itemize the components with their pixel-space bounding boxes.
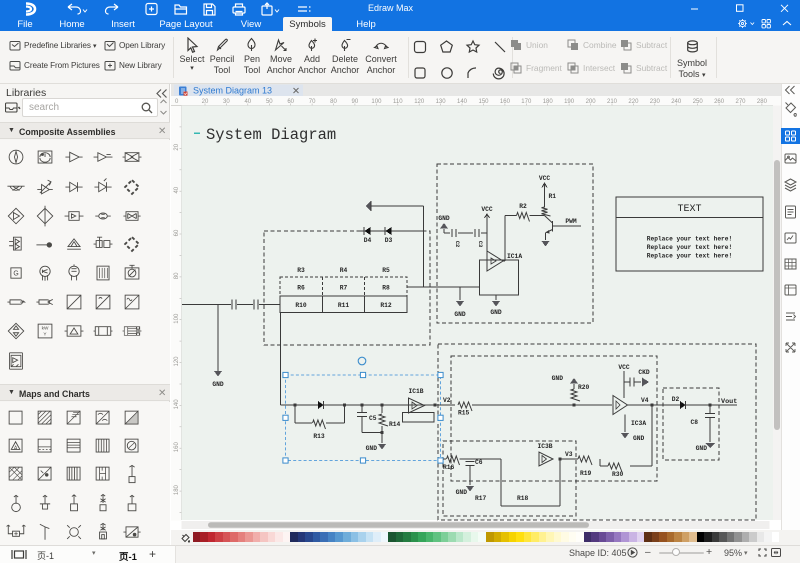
svg-text:50: 50: [266, 99, 273, 105]
svg-text:GND: GND: [438, 215, 450, 222]
svg-text:100: 100: [371, 99, 382, 105]
svg-text:240: 240: [671, 99, 682, 105]
svg-text:260: 260: [714, 99, 725, 105]
svg-text:80: 80: [330, 99, 337, 105]
svg-text:PWM: PWM: [565, 218, 577, 225]
svg-text:Y: Y: [43, 331, 47, 337]
svg-text:V3: V3: [565, 451, 573, 458]
svg-text:Replace your text here!: Replace your text here!: [647, 253, 732, 260]
svg-text:R8: R8: [382, 285, 390, 292]
svg-text:A: A: [14, 445, 18, 451]
svg-text:200: 200: [586, 99, 597, 105]
svg-text:R13: R13: [313, 433, 325, 440]
svg-text:20: 20: [202, 99, 209, 105]
svg-text:80: 80: [174, 272, 180, 279]
svg-text:GND: GND: [490, 309, 502, 316]
svg-text:D3: D3: [385, 237, 393, 244]
svg-text:120: 120: [414, 99, 425, 105]
svg-text:V2: V2: [443, 397, 451, 404]
svg-text:R10: R10: [295, 302, 307, 309]
svg-text:IC1A: IC1A: [507, 253, 522, 260]
svg-text:100: 100: [174, 313, 180, 324]
svg-text:280: 280: [757, 99, 768, 105]
svg-text:R1: R1: [549, 193, 557, 200]
svg-text:140: 140: [174, 399, 180, 410]
svg-text:D4: D4: [364, 237, 372, 244]
svg-text:40: 40: [244, 99, 251, 105]
svg-text:GND: GND: [366, 445, 378, 452]
svg-text:CKD: CKD: [638, 369, 650, 376]
svg-text:210: 210: [607, 99, 618, 105]
svg-text:R4: R4: [340, 267, 348, 274]
svg-text:180: 180: [174, 484, 180, 495]
svg-text:R7: R7: [340, 285, 348, 292]
svg-text:Replace your text here!: Replace your text here!: [647, 244, 732, 251]
svg-text:130: 130: [436, 99, 447, 105]
svg-text:220: 220: [628, 99, 639, 105]
svg-text:GND: GND: [454, 311, 466, 318]
svg-text:160: 160: [500, 99, 511, 105]
svg-text:110: 110: [393, 99, 403, 105]
svg-text:TEXT: TEXT: [677, 204, 701, 215]
svg-text:R30: R30: [612, 471, 624, 478]
svg-text:R2: R2: [519, 203, 527, 210]
svg-text:GND: GND: [552, 375, 564, 382]
svg-text:R5: R5: [382, 267, 390, 274]
svg-text:R16: R16: [443, 464, 455, 471]
svg-text:R15: R15: [458, 410, 470, 417]
svg-text:Vout: Vout: [721, 398, 737, 406]
svg-text:160: 160: [174, 442, 180, 453]
svg-text:C3: C3: [477, 241, 484, 248]
svg-text:GND: GND: [212, 381, 224, 388]
svg-text:C6: C6: [475, 459, 483, 466]
svg-text:D2: D2: [672, 396, 680, 403]
svg-text:V4: V4: [641, 397, 649, 404]
svg-text:IC3A: IC3A: [631, 420, 646, 427]
svg-text:GND: GND: [456, 489, 468, 496]
svg-text:R3: R3: [297, 267, 305, 274]
svg-text:270: 270: [735, 99, 746, 105]
svg-text:150: 150: [478, 99, 489, 105]
svg-text:System Diagram 13: System Diagram 13: [193, 86, 272, 96]
svg-text:30: 30: [223, 99, 230, 105]
svg-text:R18: R18: [517, 495, 529, 502]
svg-text:140: 140: [457, 99, 468, 105]
svg-text:R12: R12: [380, 302, 392, 309]
svg-text:VCC: VCC: [481, 206, 493, 213]
svg-text:250: 250: [693, 99, 704, 105]
svg-text:Replace your text here!: Replace your text here!: [647, 236, 732, 243]
svg-text:GND: GND: [696, 445, 708, 452]
svg-text:R19: R19: [580, 470, 592, 477]
svg-text:VCC: VCC: [539, 175, 551, 182]
svg-text:System Diagram: System Diagram: [206, 126, 336, 144]
svg-text:R20: R20: [578, 384, 590, 391]
svg-text:40: 40: [174, 186, 180, 193]
svg-text:IC1B: IC1B: [408, 388, 423, 395]
svg-text:C8: C8: [690, 419, 698, 426]
svg-text:C2: C2: [454, 241, 461, 248]
svg-text:kW: kW: [42, 326, 49, 332]
svg-text:IC3B: IC3B: [537, 443, 552, 450]
svg-text:R11: R11: [338, 302, 350, 309]
svg-text:90: 90: [352, 99, 359, 105]
svg-text:60: 60: [174, 229, 180, 236]
svg-text:VCC: VCC: [618, 364, 630, 371]
svg-text:120: 120: [174, 356, 180, 367]
svg-text:R17: R17: [475, 495, 487, 502]
svg-text:70: 70: [309, 99, 316, 105]
svg-text:R6: R6: [297, 285, 305, 292]
svg-text:20: 20: [174, 143, 180, 150]
svg-text:GND: GND: [633, 435, 645, 442]
svg-text:G: G: [13, 271, 18, 278]
svg-text:R14: R14: [389, 421, 401, 428]
svg-text:230: 230: [650, 99, 661, 105]
svg-text:60: 60: [287, 99, 294, 105]
svg-text:C5: C5: [369, 415, 377, 422]
svg-text:190: 190: [564, 99, 575, 105]
svg-text:170: 170: [521, 99, 532, 105]
svg-text:180: 180: [543, 99, 554, 105]
